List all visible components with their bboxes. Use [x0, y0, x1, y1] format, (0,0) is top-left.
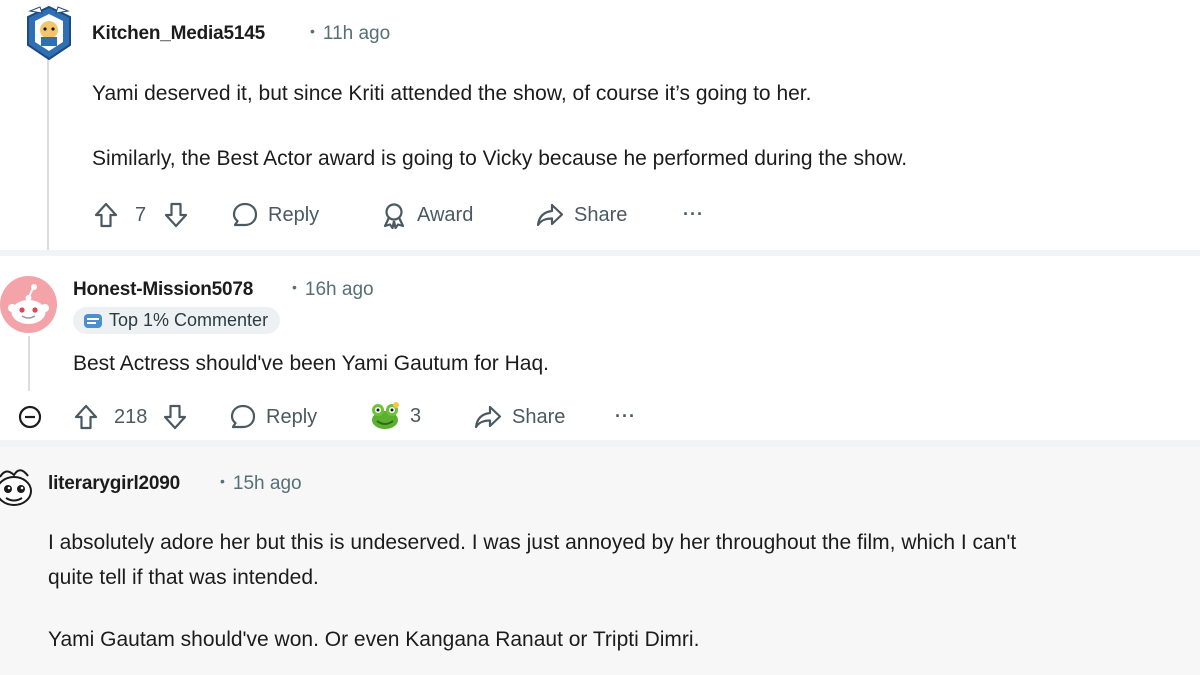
reply-button[interactable]: Reply [231, 201, 319, 229]
avatar[interactable] [0, 461, 34, 511]
downvote-icon [163, 404, 187, 430]
avatar[interactable] [24, 5, 74, 61]
username[interactable]: Kitchen_Media5145 [92, 23, 265, 45]
reply-label: Reply [268, 203, 320, 226]
comment-icon [230, 404, 256, 429]
award-icon [383, 203, 405, 229]
comment-literarygirl: literarygirl2090 • 15h ago I absolutely a… [0, 447, 1200, 675]
share-icon [474, 405, 502, 429]
reply-button[interactable]: Reply [229, 403, 317, 431]
comment-text: quite tell if that was intended. [48, 566, 319, 589]
avatar[interactable] [0, 276, 57, 333]
comment-honest-mission: Honest-Mission5078 • 16h ago Top 1% Comme… [0, 256, 1200, 440]
divider [0, 440, 1200, 447]
award-button[interactable]: Award [380, 201, 473, 229]
timestamp: • 16h ago [292, 279, 374, 300]
timestamp: • 11h ago [310, 23, 391, 44]
comment-text: Similarly, the Best Actor award is going… [92, 147, 908, 170]
downvote-icon [164, 202, 188, 228]
vote-count: 218 [114, 406, 148, 428]
collapse-icon [18, 405, 42, 429]
username[interactable]: Honest-Mission5078 [73, 279, 253, 301]
badge-icon [84, 313, 102, 328]
vote-count: 7 [135, 204, 147, 226]
comment-text: Best Actress should've been Yami Gautum … [73, 352, 549, 375]
award-count: 3 [410, 404, 422, 427]
share-icon [536, 203, 564, 227]
comment-icon [232, 202, 258, 227]
downvote-button[interactable] [162, 403, 188, 431]
upvote-icon [94, 202, 118, 228]
award-label: Award [417, 203, 474, 226]
award-button[interactable]: 3 [369, 401, 421, 431]
share-button[interactable]: Share [535, 201, 627, 229]
share-label: Share [574, 203, 628, 226]
upvote-button[interactable] [93, 201, 119, 229]
comment-text: Yami deserved it, but since Kriti attend… [92, 82, 812, 105]
thread-line[interactable] [47, 58, 49, 250]
more-options-button[interactable]: ··· [615, 406, 636, 427]
more-options-button[interactable]: ··· [683, 204, 704, 225]
thread-line[interactable] [28, 336, 30, 391]
username[interactable]: literarygirl2090 [48, 473, 180, 495]
share-label: Share [512, 405, 566, 428]
timestamp: • 15h ago [220, 473, 302, 494]
upvote-icon [74, 404, 98, 430]
comment-kitchen-media: Kitchen_Media5145 • 11h ago Yami deserved… [0, 0, 1200, 250]
collapse-button[interactable] [17, 404, 43, 430]
upvote-button[interactable] [73, 403, 99, 431]
comment-text: Yami Gautam should've won. Or even Kanga… [48, 628, 700, 651]
share-button[interactable]: Share [473, 403, 565, 431]
frog-award-icon [372, 402, 399, 429]
downvote-button[interactable] [163, 201, 189, 229]
comment-text: I absolutely adore her but this is undes… [48, 531, 1017, 554]
top-commenter-badge[interactable]: Top 1% Commenter [73, 307, 281, 334]
reply-label: Reply [266, 405, 318, 428]
